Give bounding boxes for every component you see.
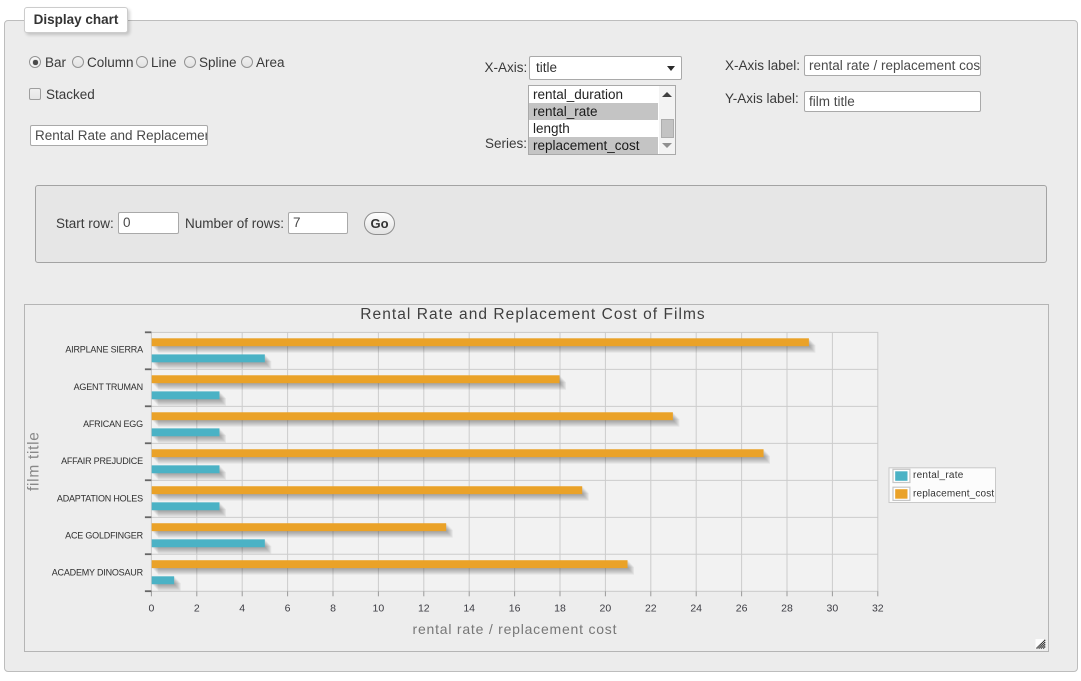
svg-text:12: 12 xyxy=(418,602,430,614)
svg-text:28: 28 xyxy=(781,602,793,614)
svg-text:22: 22 xyxy=(645,602,657,614)
svg-text:14: 14 xyxy=(463,602,475,614)
svg-text:30: 30 xyxy=(827,602,839,614)
svg-text:18: 18 xyxy=(554,602,566,614)
svg-text:6: 6 xyxy=(285,602,291,614)
svg-text:0: 0 xyxy=(148,602,154,614)
svg-text:ACADEMY DINOSAUR: ACADEMY DINOSAUR xyxy=(52,568,144,578)
svg-text:AFRICAN EGG: AFRICAN EGG xyxy=(83,419,143,429)
svg-text:ACE GOLDFINGER: ACE GOLDFINGER xyxy=(65,530,143,540)
svg-text:26: 26 xyxy=(736,602,748,614)
svg-text:4: 4 xyxy=(239,602,245,614)
svg-text:32: 32 xyxy=(872,602,884,614)
svg-text:AIRPLANE SIERRA: AIRPLANE SIERRA xyxy=(65,345,143,355)
svg-text:10: 10 xyxy=(373,602,385,614)
svg-text:AFFAIR PREJUDICE: AFFAIR PREJUDICE xyxy=(61,456,143,466)
svg-text:20: 20 xyxy=(600,602,612,614)
svg-text:film title: film title xyxy=(26,431,43,491)
svg-text:rental rate / replacement cost: rental rate / replacement cost xyxy=(413,621,618,637)
svg-text:2: 2 xyxy=(194,602,200,614)
svg-text:replacement_cost: replacement_cost xyxy=(913,488,994,499)
svg-text:ADAPTATION HOLES: ADAPTATION HOLES xyxy=(57,493,143,503)
svg-text:rental_rate: rental_rate xyxy=(913,470,964,481)
svg-text:AGENT TRUMAN: AGENT TRUMAN xyxy=(74,382,143,392)
svg-text:24: 24 xyxy=(690,602,702,614)
svg-text:8: 8 xyxy=(330,602,336,614)
svg-text:16: 16 xyxy=(509,602,521,614)
svg-text:Rental Rate and Replacement Co: Rental Rate and Replacement Cost of Film… xyxy=(360,306,705,323)
